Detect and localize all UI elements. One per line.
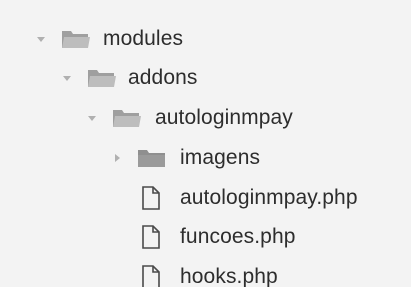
file-icon	[141, 225, 161, 249]
tree-item-label: autologinmpay.php	[180, 186, 358, 209]
tree-item-label: hooks.php	[180, 265, 278, 288]
chevron-right-icon[interactable]	[112, 153, 122, 163]
file-icon	[141, 265, 161, 289]
file-icon	[141, 186, 161, 210]
tree-item-autologinmpay[interactable]: autologinmpay	[0, 98, 411, 138]
tree-item-label: modules	[103, 27, 184, 50]
tree-item-autologinmpay-php[interactable]: autologinmpay.php	[0, 178, 411, 218]
tree-item-modules[interactable]: modules	[0, 19, 411, 59]
tree-item-label: imagens	[180, 146, 261, 169]
tree-item-imagens[interactable]: imagens	[0, 138, 411, 178]
tree-item-label: funcoes.php	[180, 225, 296, 248]
folder-open-icon	[112, 107, 142, 129]
tree-item-addons[interactable]: addons	[0, 58, 411, 98]
folder-open-icon	[87, 67, 117, 89]
chevron-down-icon[interactable]	[87, 113, 97, 123]
tree-item-funcoes-php[interactable]: funcoes.php	[0, 217, 411, 257]
chevron-down-icon[interactable]	[36, 34, 46, 44]
tree-item-label: addons	[128, 66, 198, 89]
folder-open-icon	[61, 28, 91, 50]
file-tree-panel: modules addons autologinmpay imagens aut…	[0, 0, 411, 295]
folder-icon	[137, 147, 167, 169]
tree-item-label: autologinmpay	[155, 106, 293, 129]
chevron-down-icon[interactable]	[62, 73, 72, 83]
tree-item-hooks-php[interactable]: hooks.php	[0, 257, 411, 297]
